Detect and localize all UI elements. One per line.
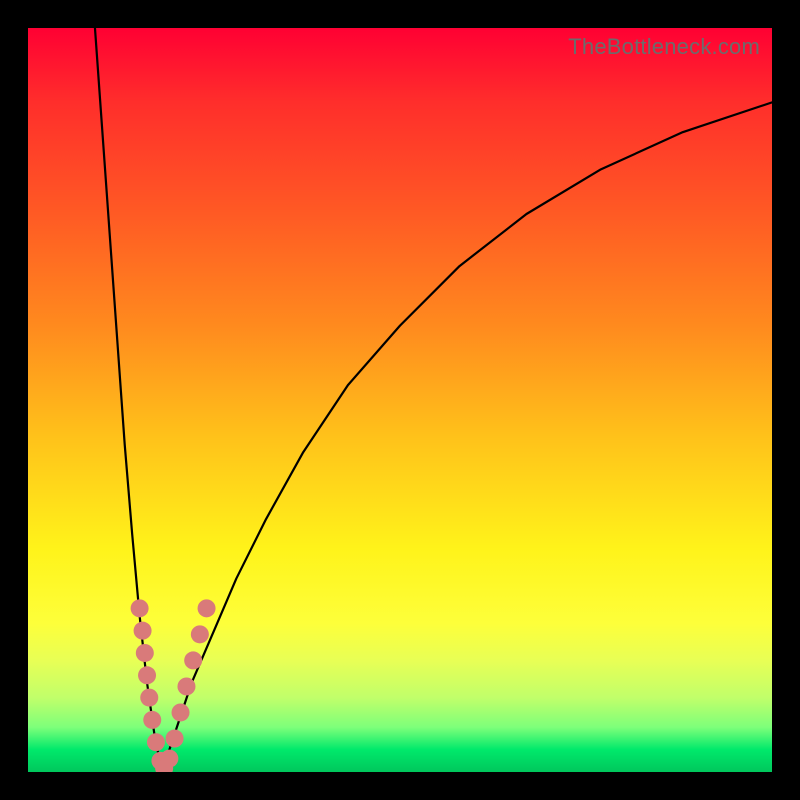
bead-point [136, 644, 154, 662]
bead-layer [131, 599, 216, 772]
bead-point [160, 750, 178, 768]
bead-point [191, 625, 209, 643]
curve-left-branch [95, 28, 162, 772]
bead-point [140, 689, 158, 707]
bead-point [147, 733, 165, 751]
bead-point [138, 666, 156, 684]
watermark-text: TheBottleneck.com [568, 34, 760, 60]
bead-point [166, 730, 184, 748]
bead-point [172, 703, 190, 721]
plot-area: TheBottleneck.com [28, 28, 772, 772]
curve-right-branch [162, 102, 772, 772]
bead-point [143, 711, 161, 729]
bead-point [184, 651, 202, 669]
chart-frame: TheBottleneck.com [0, 0, 800, 800]
bead-point [131, 599, 149, 617]
chart-svg [28, 28, 772, 772]
bead-point [198, 599, 216, 617]
bead-point [134, 622, 152, 640]
bead-point [177, 677, 195, 695]
